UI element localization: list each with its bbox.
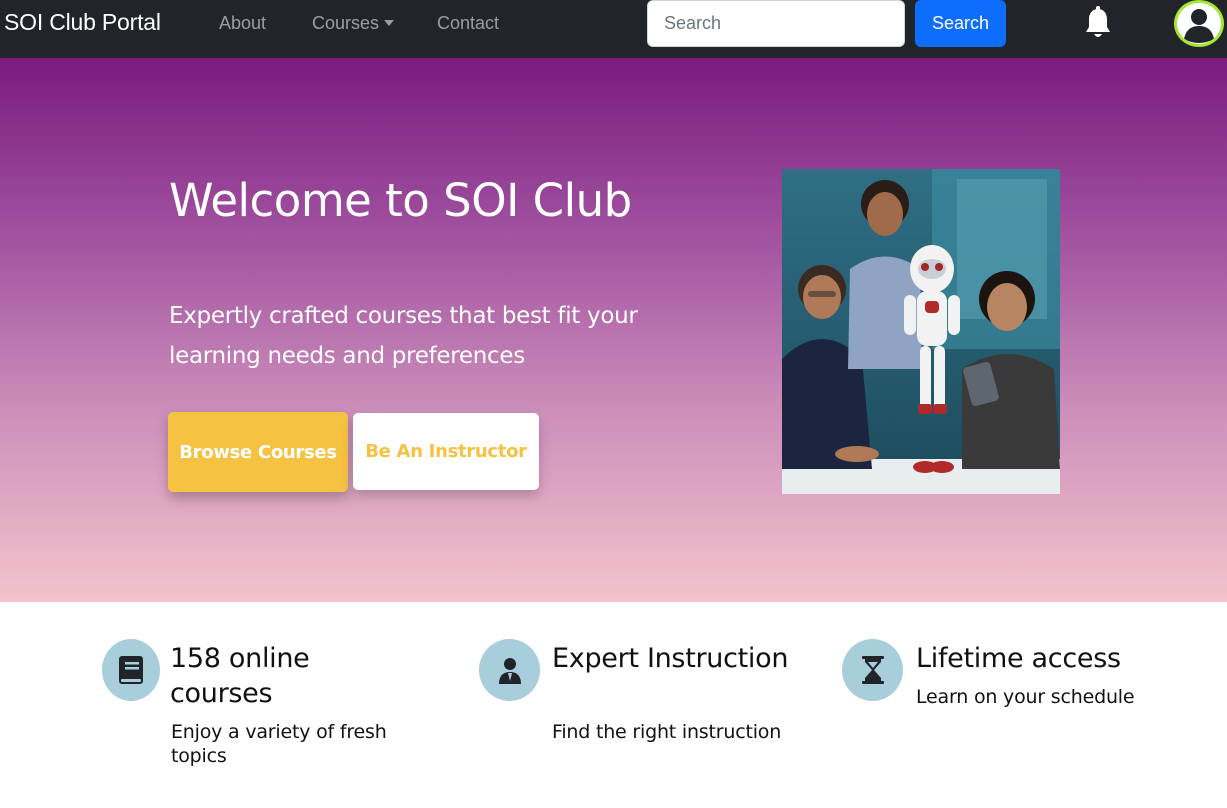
be-an-instructor-button[interactable]: Be An Instructor (353, 413, 539, 490)
feature-desc-access: Learn on your schedule (916, 686, 1135, 708)
nav-link-contact[interactable]: Contact (437, 13, 499, 34)
instructor-icon (479, 639, 540, 701)
feature-title-access: Lifetime access (916, 643, 1121, 674)
book-icon (102, 639, 160, 701)
brand-logo-link[interactable]: SOI Club Portal (4, 9, 161, 36)
nav-link-courses-dropdown[interactable]: Courses (312, 13, 395, 34)
chevron-down-icon (384, 20, 395, 26)
search-input[interactable] (647, 0, 905, 47)
feature-desc-instruction: Find the right instruction (552, 721, 782, 743)
top-navbar: SOI Club Portal About Courses Contact Se… (0, 0, 1227, 58)
user-avatar-icon[interactable] (1174, 0, 1224, 47)
feature-desc-courses: Enjoy a variety of fresh topics (171, 721, 387, 767)
search-button[interactable]: Search (915, 0, 1006, 47)
students-with-robot-photo (782, 169, 1060, 494)
hero-subtitle: Expertly crafted courses that best fit y… (169, 303, 638, 369)
feature-title-instruction: Expert Instruction (552, 643, 789, 674)
nav-link-courses-label: Courses (312, 13, 380, 33)
hero-section: Welcome to SOI Club Expertly crafted cou… (0, 58, 1227, 602)
feature-title-courses: 158 online courses (170, 643, 310, 709)
hero-title: Welcome to SOI Club (169, 174, 632, 227)
nav-link-about[interactable]: About (219, 13, 266, 34)
bell-icon[interactable] (1082, 6, 1114, 42)
hourglass-icon (842, 639, 903, 701)
browse-courses-button[interactable]: Browse Courses (168, 412, 348, 492)
